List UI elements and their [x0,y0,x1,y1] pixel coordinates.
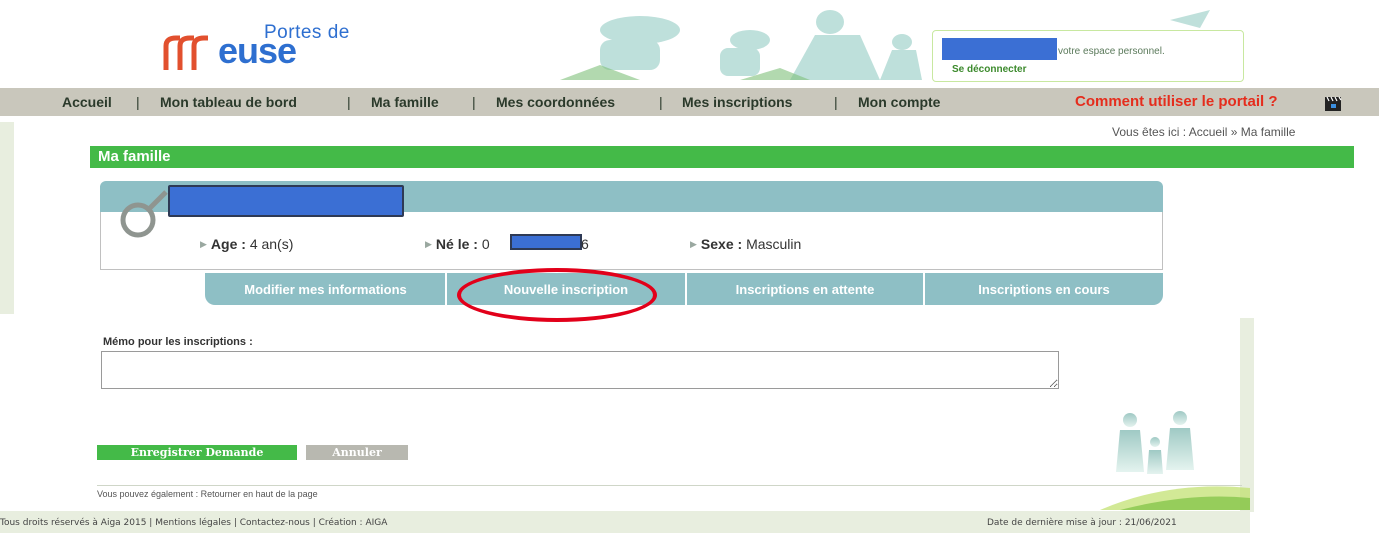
family-silhouette-decoration [1100,411,1250,510]
nav-item-famille[interactable]: Ma famille [371,94,439,110]
child-sex: ▶ Sexe : Masculin [690,236,802,252]
nav-item-compte[interactable]: Mon compte [858,94,940,110]
back-to-top-prefix: Vous pouvez également : [97,489,199,499]
back-to-top-link[interactable]: Retourner en haut de la page [201,489,318,499]
video-clapper-icon[interactable] [1324,96,1342,112]
nav-separator: | [347,94,351,110]
page-title: Ma famille [98,148,171,165]
footer-legal-links[interactable]: Tous droits réservés à Aiga 2015 | Menti… [0,518,387,528]
bullet-triangle-icon: ▶ [425,239,432,249]
child-age: ▶ Age : 4 an(s) [200,236,294,252]
tab-modifier-informations[interactable]: Modifier mes informations [206,282,445,297]
left-decorative-band [0,122,14,314]
birthdate-suffix: 6 [581,236,589,252]
male-gender-icon [120,190,168,238]
nav-item-accueil[interactable]: Accueil [62,94,112,110]
redacted-child-name [168,185,404,217]
cancel-button[interactable]: Annuler [306,445,408,460]
child-birthdate: ▶ Né le : 0 [425,236,490,252]
welcome-text: votre espace personnel. [1058,46,1165,57]
logout-link[interactable]: Se déconnecter [952,64,1026,75]
bullet-triangle-icon: ▶ [200,239,207,249]
logo-bars-icon [163,35,208,70]
site-logo[interactable]: Portes de euse [160,22,370,72]
nav-item-tableau-de-bord[interactable]: Mon tableau de bord [160,94,297,110]
nav-separator: | [659,94,663,110]
nav-item-coordonnees[interactable]: Mes coordonnées [496,94,615,110]
breadcrumb: Vous êtes ici : Accueil » Ma famille [1112,125,1296,139]
bullet-triangle-icon: ▶ [690,239,697,249]
help-link[interactable]: Comment utiliser le portail ? [1075,93,1278,110]
footer-divider [97,485,1242,486]
tab-inscriptions-en-attente[interactable]: Inscriptions en attente [687,282,923,297]
redacted-username [942,38,1057,60]
nav-separator: | [136,94,140,110]
nav-item-inscriptions[interactable]: Mes inscriptions [682,94,792,110]
redacted-birthdate [510,234,582,250]
logo-title: euse [218,30,297,71]
memo-textarea[interactable] [101,351,1059,389]
footer-last-update: Date de dernière mise à jour : 21/06/202… [987,518,1177,528]
nav-separator: | [834,94,838,110]
nav-separator: | [472,94,476,110]
section-header-bar [90,146,1354,168]
back-to-top: Vous pouvez également : Retourner en hau… [97,489,318,499]
memo-label: Mémo pour les inscriptions : [103,336,253,348]
highlight-annotation-ellipse [457,268,657,322]
tab-inscriptions-en-cours[interactable]: Inscriptions en cours [925,282,1163,297]
save-request-button[interactable]: Enregistrer Demande [97,445,297,460]
